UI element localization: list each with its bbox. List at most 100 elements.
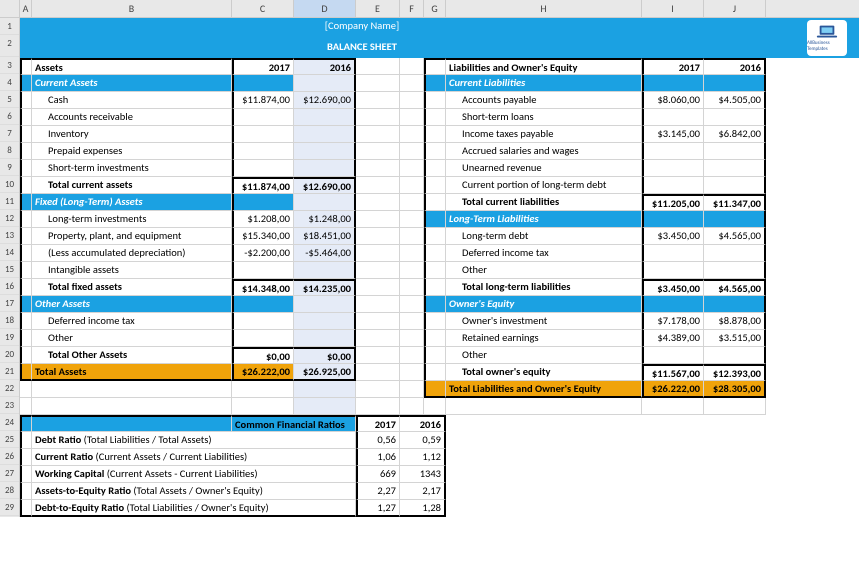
row-header[interactable]: 11	[0, 193, 19, 210]
ratio-row[interactable]: Assets-to-Equity Ratio (Total Assets / O…	[32, 483, 356, 500]
line-item[interactable]: Property, plant, and equipment	[32, 228, 232, 245]
cell-value[interactable]: $4.565,00	[704, 228, 766, 245]
cell-value[interactable]: 1,28	[400, 500, 446, 517]
year-2017[interactable]: 2017	[232, 58, 294, 75]
cell-value[interactable]: 1343	[400, 466, 446, 483]
cell-value[interactable]: 2,27	[356, 483, 400, 500]
cell-value[interactable]: $26.925,00	[294, 364, 356, 381]
row-header[interactable]: 15	[0, 261, 19, 278]
year-2016-r[interactable]: 2016	[704, 58, 766, 75]
cell-value[interactable]: $4.565,00	[704, 279, 766, 296]
section-other-assets[interactable]: Other Assets	[32, 296, 232, 313]
row-header[interactable]: 7	[0, 125, 19, 142]
row-header[interactable]: 2	[0, 35, 19, 57]
section-current-liabilities[interactable]: Current Liabilities	[446, 75, 642, 92]
cell-value[interactable]: $11.874,00	[232, 92, 294, 109]
cell-value[interactable]: 1,12	[400, 449, 446, 466]
row-header[interactable]: 22	[0, 380, 19, 397]
cell-value[interactable]: $14.348,00	[232, 279, 294, 296]
cell-value[interactable]: $0,00	[232, 347, 294, 364]
col-header-b[interactable]: B	[32, 0, 232, 17]
cell-value[interactable]: 1,27	[356, 500, 400, 517]
total-row[interactable]: Total Other Assets	[32, 347, 232, 364]
line-item[interactable]: Prepaid expenses	[32, 143, 232, 160]
line-item[interactable]: Retained earnings	[446, 330, 642, 347]
line-item[interactable]: Other	[446, 262, 642, 279]
ratio-row[interactable]: Debt-to-Equity Ratio (Total Liabilities …	[32, 500, 356, 517]
col-header-e[interactable]: E	[356, 0, 400, 17]
row-header[interactable]: 6	[0, 108, 19, 125]
section-current-assets[interactable]: Current Assets	[32, 75, 232, 92]
line-item[interactable]: Deferred income tax	[32, 313, 232, 330]
cell-value[interactable]: $7.178,00	[642, 313, 704, 330]
line-item[interactable]: Income taxes payable	[446, 126, 642, 143]
line-item[interactable]: Deferred income tax	[446, 245, 642, 262]
row-header[interactable]: 1	[0, 18, 19, 35]
line-item[interactable]: Inventory	[32, 126, 232, 143]
cell-value[interactable]: 2,17	[400, 483, 446, 500]
cell-value[interactable]: $4.389,00	[642, 330, 704, 347]
total-liab-equity[interactable]: Total Liabilities and Owner's Equity	[446, 381, 642, 398]
assets-header[interactable]: Assets	[32, 58, 232, 75]
line-item[interactable]: Other	[446, 347, 642, 364]
col-header-i[interactable]: I	[642, 0, 704, 17]
cell-grid[interactable]: AllBusiness Templates [Company Name] BAL…	[20, 18, 859, 517]
cell-value[interactable]: $26.222,00	[232, 364, 294, 381]
row-header[interactable]: 19	[0, 329, 19, 346]
cell-value[interactable]: $8.878,00	[704, 313, 766, 330]
section-owners-equity[interactable]: Owner's Equity	[446, 296, 642, 313]
row-header[interactable]: 29	[0, 499, 19, 516]
cell-value[interactable]: 0,59	[400, 432, 446, 449]
line-item[interactable]: Accounts payable	[446, 92, 642, 109]
cell-value[interactable]: $0,00	[294, 347, 356, 364]
cell-value[interactable]: $26.222,00	[642, 381, 704, 398]
line-item[interactable]: Long-term investments	[32, 211, 232, 228]
line-item[interactable]: Owner's investment	[446, 313, 642, 330]
cell-value[interactable]: $18.451,00	[294, 228, 356, 245]
ratio-year-2017[interactable]: 2017	[356, 415, 400, 432]
row-header[interactable]: 26	[0, 448, 19, 465]
row-header[interactable]: 14	[0, 244, 19, 261]
line-item[interactable]: Accounts receivable	[32, 109, 232, 126]
ratio-row[interactable]: Current Ratio (Current Assets / Current …	[32, 449, 356, 466]
row-header[interactable]: 25	[0, 431, 19, 448]
line-item[interactable]: Cash	[32, 92, 232, 109]
line-item[interactable]: Current portion of long-term debt	[446, 177, 642, 194]
cell-value[interactable]: $11.347,00	[704, 194, 766, 211]
row-header[interactable]: 24	[0, 414, 19, 431]
row-header[interactable]: 13	[0, 227, 19, 244]
row-header[interactable]: 16	[0, 278, 19, 295]
total-row[interactable]: Total fixed assets	[32, 279, 232, 296]
cell-value[interactable]: -$5.464,00	[294, 245, 356, 262]
row-header[interactable]: 20	[0, 346, 19, 363]
total-row[interactable]: Total long-term liabilities	[446, 279, 642, 296]
row-header[interactable]: 27	[0, 465, 19, 482]
cell-value[interactable]: 1,06	[356, 449, 400, 466]
ratio-year-2016[interactable]: 2016	[400, 415, 446, 432]
row-header[interactable]: 8	[0, 142, 19, 159]
sheet-title[interactable]: BALANCE SHEET	[20, 36, 704, 58]
line-item[interactable]: Short-term loans	[446, 109, 642, 126]
col-header-g[interactable]: G	[424, 0, 446, 17]
cell-value[interactable]: $12.393,00	[704, 364, 766, 381]
row-header[interactable]: 18	[0, 312, 19, 329]
line-item[interactable]: Long-term debt	[446, 228, 642, 245]
col-header-h[interactable]: H	[446, 0, 642, 17]
year-2017-r[interactable]: 2017	[642, 58, 704, 75]
section-lt-liabilities[interactable]: Long-Term Liabilities	[446, 211, 642, 228]
cell-value[interactable]: $14.235,00	[294, 279, 356, 296]
company-name[interactable]: [Company Name]	[20, 18, 704, 36]
cell-value[interactable]: $3.450,00	[642, 228, 704, 245]
cell-value[interactable]: 0,56	[356, 432, 400, 449]
liab-header[interactable]: Liabilities and Owner's Equity	[446, 58, 642, 75]
section-fixed-assets[interactable]: Fixed (Long-Term) Assets	[32, 194, 232, 211]
cell-value[interactable]: -$2.200,00	[232, 245, 294, 262]
cell-value[interactable]: $12.690,00	[294, 92, 356, 109]
col-header-a[interactable]: A	[20, 0, 32, 17]
ratio-row[interactable]: Working Capital (Current Assets - Curren…	[32, 466, 356, 483]
cell-value[interactable]: $28.305,00	[704, 381, 766, 398]
row-header[interactable]: 28	[0, 482, 19, 499]
col-header-d[interactable]: D	[294, 0, 356, 17]
col-header-j[interactable]: J	[704, 0, 766, 17]
line-item[interactable]: Accrued salaries and wages	[446, 143, 642, 160]
